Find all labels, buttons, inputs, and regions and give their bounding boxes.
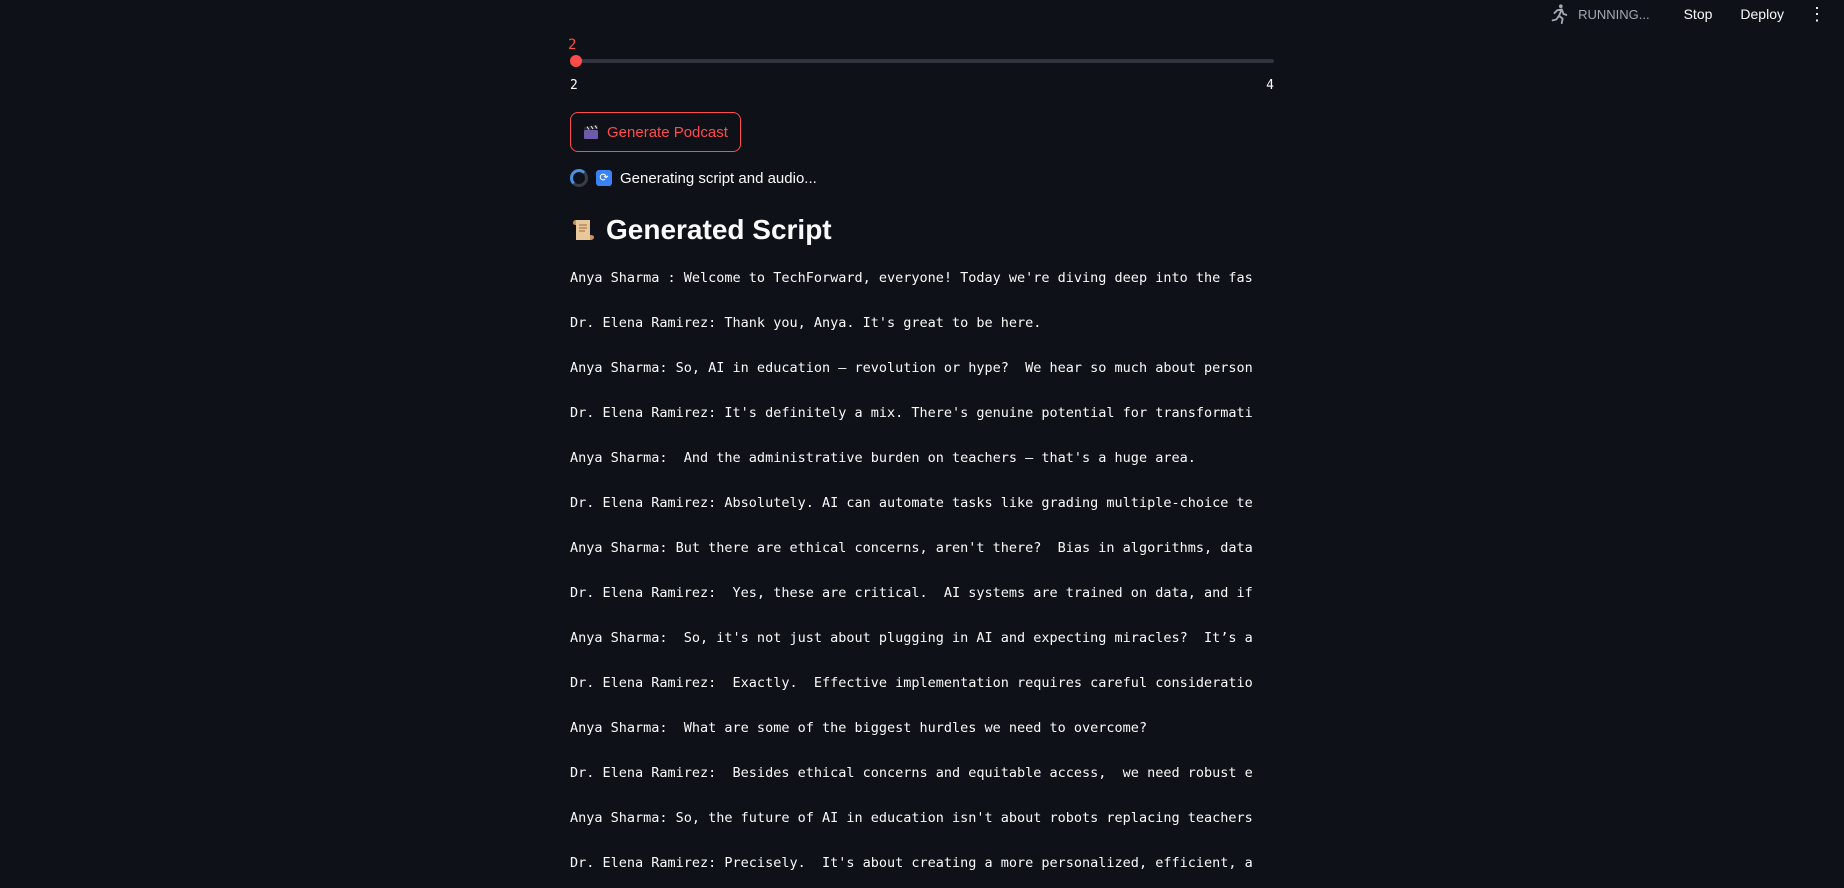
status-text: Generating script and audio...	[620, 169, 817, 187]
slider-thumb[interactable]	[570, 55, 582, 67]
script-line: Dr. Elena Ramirez: Absolutely. AI can au…	[570, 495, 1253, 511]
script-line: Dr. Elena Ramirez: Besides ethical conce…	[570, 765, 1253, 781]
slider-min-label: 2	[570, 78, 578, 93]
running-status: RUNNING...	[1548, 3, 1650, 25]
script-line: Dr. Elena Ramirez: Thank you, Anya. It's…	[570, 315, 1042, 331]
script-output: Anya Sharma : Welcome to TechForward, ev…	[570, 268, 1274, 888]
generated-script-title: Generated Script	[606, 214, 832, 245]
generate-podcast-button[interactable]: Generate Podcast	[570, 112, 741, 152]
slider-current-value: 2	[568, 37, 577, 53]
main-content: 2 2 4 Generate Podcast ⟳ Generating scri…	[568, 0, 1274, 871]
spinner-icon	[570, 169, 588, 187]
stop-button[interactable]: Stop	[1670, 6, 1727, 22]
script-line: Dr. Elena Ramirez: Exactly. Effective im…	[570, 675, 1253, 691]
app-toolbar: RUNNING... Stop Deploy ⋮	[1548, 0, 1844, 28]
script-line: Anya Sharma: And the administrative burd…	[570, 450, 1196, 466]
script-line: Dr. Elena Ramirez: It's definitely a mix…	[570, 405, 1253, 421]
slider-track[interactable]	[570, 59, 1274, 63]
script-line: Anya Sharma: So, it's not just about plu…	[570, 630, 1253, 646]
script-line: Anya Sharma : Welcome to TechForward, ev…	[570, 270, 1253, 286]
script-line: Dr. Elena Ramirez: Precisely. It's about…	[570, 855, 1253, 871]
clapper-board-icon	[584, 125, 598, 139]
script-line: Anya Sharma: So, AI in education – revol…	[570, 360, 1253, 376]
scroll-icon	[573, 220, 594, 240]
running-man-icon	[1551, 4, 1568, 25]
status-row: ⟳ Generating script and audio...	[570, 169, 817, 187]
script-line: Anya Sharma: But there are ethical conce…	[570, 540, 1253, 556]
refresh-icon: ⟳	[596, 170, 612, 186]
script-line: Anya Sharma: So, the future of AI in edu…	[570, 810, 1253, 826]
generate-podcast-label: Generate Podcast	[607, 123, 728, 141]
running-status-text: RUNNING...	[1578, 6, 1650, 22]
speaker-count-slider[interactable]: 2 2 4	[568, 0, 1274, 100]
script-line: Anya Sharma: What are some of the bigges…	[570, 720, 1148, 736]
script-line: Dr. Elena Ramirez: Yes, these are critic…	[570, 585, 1253, 601]
deploy-button[interactable]: Deploy	[1726, 6, 1798, 22]
page-title: Generated Script	[570, 214, 832, 246]
slider-max-label: 4	[1266, 78, 1274, 93]
main-menu-button[interactable]: ⋮	[1798, 5, 1830, 23]
